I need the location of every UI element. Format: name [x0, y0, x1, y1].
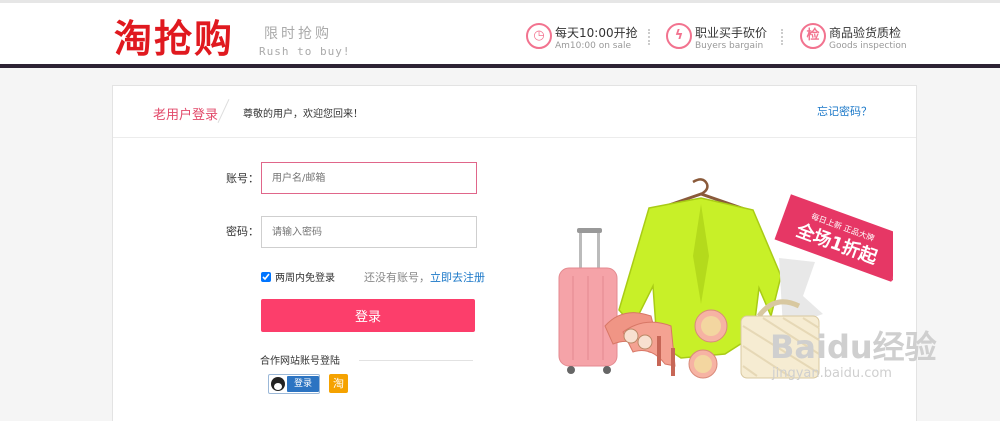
baidu-watermark: Baidu经验 jingyan.baidu.com [770, 322, 950, 392]
feature-subtitle: Goods inspection [829, 41, 907, 51]
suitcase-icon [558, 228, 618, 374]
password-input[interactable] [261, 216, 477, 248]
watermark-url: jingyan.baidu.com [772, 366, 892, 381]
no-account-text: 还没有账号， [364, 271, 430, 284]
watermark-brand: Baidu经验 [770, 328, 937, 366]
feature-divider [648, 29, 650, 45]
partner-login-title: 合作网站账号登陆 [260, 356, 340, 367]
feature-title: 每天10:00开抢 [555, 26, 638, 40]
feature-subtitle: Buyers bargain [695, 41, 764, 51]
register-prompt: 还没有账号，立即去注册 [364, 269, 485, 285]
clock-icon: ◷ [526, 23, 552, 49]
taobao-login-button[interactable]: 淘 [329, 374, 348, 393]
top-header: 淘抢购 限时抢购 Rush to buy! ◷ 每天10:00开抢 Am10:0… [0, 0, 1000, 68]
slogan-chinese: 限时抢购 [264, 26, 332, 42]
account-label: 账号： [226, 172, 259, 185]
feature-title: 职业买手砍价 [695, 26, 768, 40]
qq-icon [271, 377, 285, 391]
forgot-password-link[interactable]: 忘记密码？ [817, 103, 872, 119]
register-link[interactable]: 立即去注册 [430, 271, 485, 284]
remember-checkbox[interactable] [261, 271, 271, 282]
tab-returning-user-login[interactable]: 老用户登录 [153, 104, 218, 123]
lightning-icon: ϟ [666, 23, 692, 49]
welcome-text: 尊敬的用户，欢迎您回来！ [243, 109, 363, 120]
panel-header: 老用户登录 尊敬的用户，欢迎您回来！ 忘记密码？ [113, 86, 916, 138]
slogan-english: Rush to buy! [259, 45, 351, 58]
feature-divider [781, 29, 783, 45]
login-button[interactable]: 登录 [261, 299, 475, 332]
password-label: 密码： [226, 225, 259, 238]
site-logo[interactable]: 淘抢购 [114, 17, 234, 61]
account-input[interactable] [261, 162, 477, 194]
qq-login-button[interactable]: 登录 [268, 374, 320, 394]
qq-login-label: 登录 [287, 376, 319, 392]
remember-me[interactable]: 两周内免登录 [261, 269, 335, 284]
tab-divider [217, 99, 230, 123]
feature-title: 商品验货质检 [829, 26, 902, 40]
feature-subtitle: Am10:00 on sale [555, 41, 632, 51]
inspect-icon: 检 [800, 23, 826, 49]
remember-label: 两周内免登录 [275, 273, 335, 284]
partner-divider [359, 360, 473, 361]
